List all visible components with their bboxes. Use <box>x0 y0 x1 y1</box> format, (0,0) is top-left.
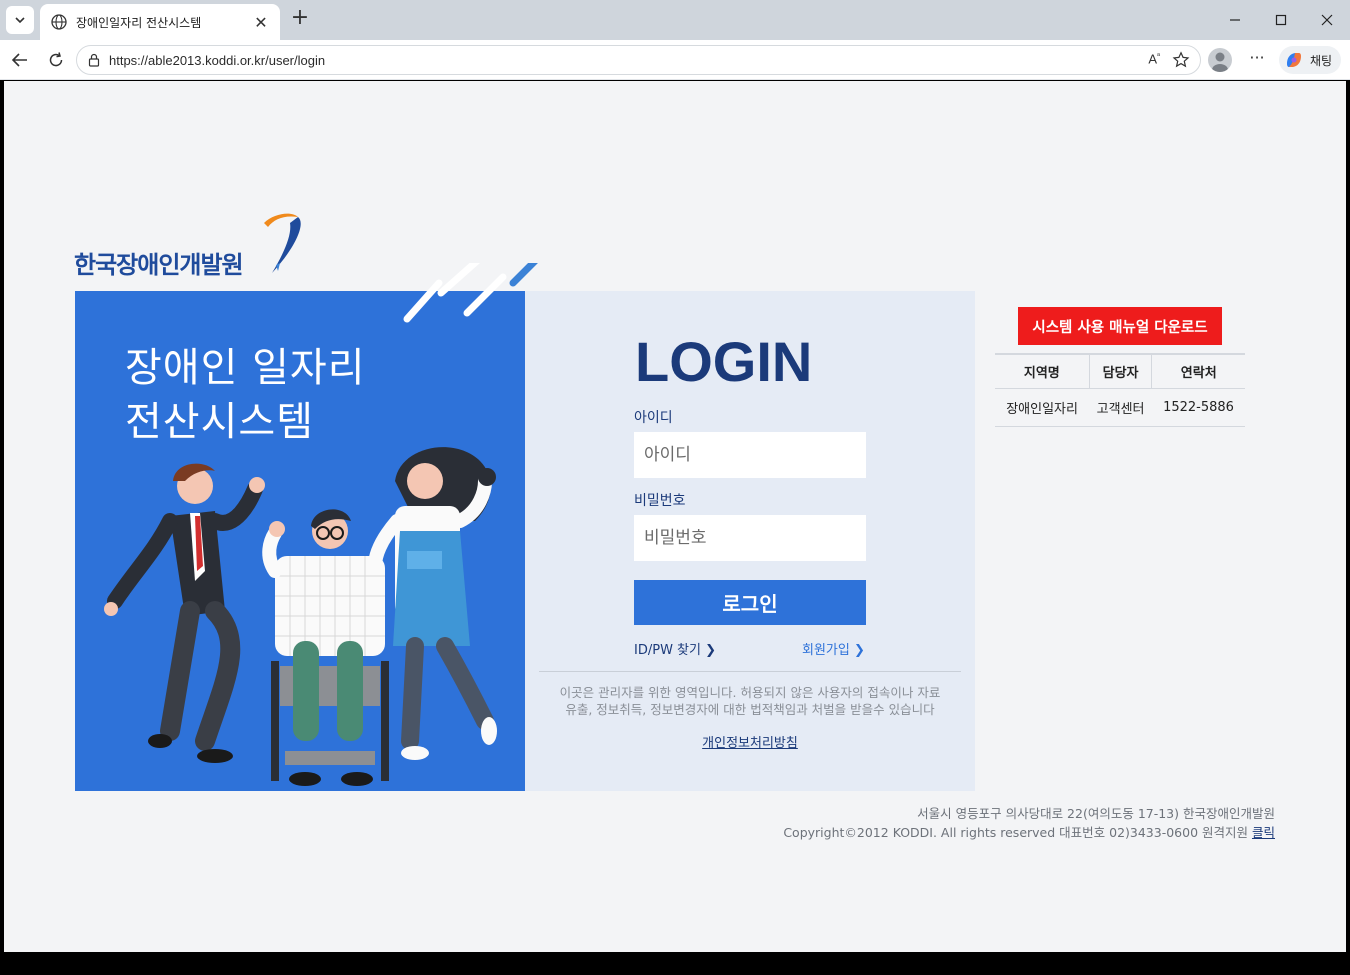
url-field[interactable]: https://able2013.koddi.or.kr/user/login … <box>76 45 1201 75</box>
signup-link[interactable]: 회원가입 ❯ <box>802 639 865 658</box>
table-row: 장애인일자리 고객센터 1522-5886 <box>995 388 1245 427</box>
login-panel: LOGIN 아이디 비밀번호 로그인 ID/PW 찾기 ❯ 회원가입 ❯ 이곳은… <box>525 291 975 791</box>
manual-download-button[interactable]: 시스템 사용 매뉴얼 다운로드 <box>1018 307 1222 345</box>
password-label: 비밀번호 <box>634 493 686 509</box>
access-warning-line2: 유출, 정보취득, 정보변경자에 대한 법적책임과 처벌을 받을수 있습니다 <box>565 702 935 717</box>
decorative-stripes <box>403 263 538 323</box>
login-button[interactable]: 로그인 <box>634 580 866 625</box>
cell-manager: 고객센터 <box>1089 388 1152 427</box>
browser-tab-active[interactable]: 장애인일자리 전산시스템 ✕ <box>40 4 280 40</box>
logo-swoosh-icon <box>264 213 301 273</box>
contact-table: 지역명 담당자 연락처 장애인일자리 고객센터 1522-5886 <box>995 353 1245 427</box>
cell-region: 장애인일자리 <box>995 388 1090 427</box>
id-input[interactable] <box>634 432 866 478</box>
copilot-icon <box>1287 53 1301 67</box>
chat-label: 채팅 <box>1310 53 1333 68</box>
maximize-icon[interactable] <box>1269 8 1293 32</box>
header-manager: 담당자 <box>1088 353 1152 389</box>
password-input[interactable] <box>634 515 866 561</box>
lock-icon <box>88 53 100 67</box>
privacy-policy-link[interactable]: 개인정보처리방침 <box>525 732 975 751</box>
footer-copyright: Copyright©2012 KODDI. All rights reserve… <box>783 822 1275 841</box>
chevron-down-icon <box>15 17 25 24</box>
minimize-icon[interactable] <box>1223 8 1247 32</box>
read-aloud-icon[interactable]: Aᵃ <box>1148 51 1160 69</box>
new-tab-icon[interactable]: + <box>289 7 311 30</box>
login-divider <box>539 671 961 672</box>
globe-icon <box>51 14 67 30</box>
hero-illustration <box>104 447 497 786</box>
access-warning: 이곳은 관리자를 위한 영역입니다. 허용되지 않은 사용자의 접속이나 자료 … <box>525 684 975 718</box>
contact-table-header: 지역명 담당자 연락처 <box>995 353 1245 389</box>
cell-phone: 1522-5886 <box>1151 388 1245 427</box>
copilot-chat-button[interactable]: 채팅 <box>1279 46 1341 74</box>
more-options-icon[interactable]: ··· <box>1246 48 1268 72</box>
header-region: 지역명 <box>995 353 1090 389</box>
tab-title: 장애인일자리 전산시스템 <box>76 15 202 30</box>
hero-title-line1: 장애인 일자리 <box>125 345 366 391</box>
window-close-icon[interactable] <box>1315 8 1339 32</box>
login-title: LOGIN <box>635 330 813 393</box>
back-arrow-icon[interactable] <box>8 48 32 72</box>
illustration-woman-apron <box>368 447 497 760</box>
find-id-pw-link[interactable]: ID/PW 찾기 ❯ <box>634 639 716 658</box>
tab-close-icon[interactable]: ✕ <box>252 13 270 32</box>
footer-copyright-text: Copyright©2012 KODDI. All rights reserve… <box>783 825 1252 840</box>
url-text: https://able2013.koddi.or.kr/user/login <box>109 52 326 68</box>
remote-support-link[interactable]: 클릭 <box>1252 825 1275 840</box>
browser-address-bar: https://able2013.koddi.or.kr/user/login … <box>0 40 1350 80</box>
favorite-star-icon[interactable] <box>1172 51 1190 69</box>
footer-address: 서울시 영등포구 의사당대로 22(여의도동 17-13) 한국장애인개발원 <box>917 806 1275 821</box>
id-label: 아이디 <box>634 410 673 426</box>
access-warning-line1: 이곳은 관리자를 위한 영역입니다. 허용되지 않은 사용자의 접속이나 자료 <box>559 685 941 700</box>
refresh-icon[interactable] <box>44 48 68 72</box>
hero-panel: 장애인 일자리 전산시스템 <box>75 291 525 791</box>
header-phone: 연락처 <box>1151 353 1245 389</box>
hero-title: 장애인 일자리 전산시스템 <box>125 341 366 449</box>
browser-tab-bar: 장애인일자리 전산시스템 ✕ + <box>0 0 1350 40</box>
logo-org-name: 한국장애인개발원 <box>74 251 244 279</box>
koddi-logo[interactable]: 한국장애인개발원 <box>74 213 319 283</box>
profile-avatar-icon[interactable] <box>1208 48 1232 72</box>
page-viewport: 한국장애인개발원 장애인 일자리 전산시스템 LOGIN 아이디 아이디 비밀번… <box>4 81 1346 952</box>
illustration-man-suit <box>104 463 265 763</box>
tab-actions-menu-button[interactable] <box>6 6 34 34</box>
